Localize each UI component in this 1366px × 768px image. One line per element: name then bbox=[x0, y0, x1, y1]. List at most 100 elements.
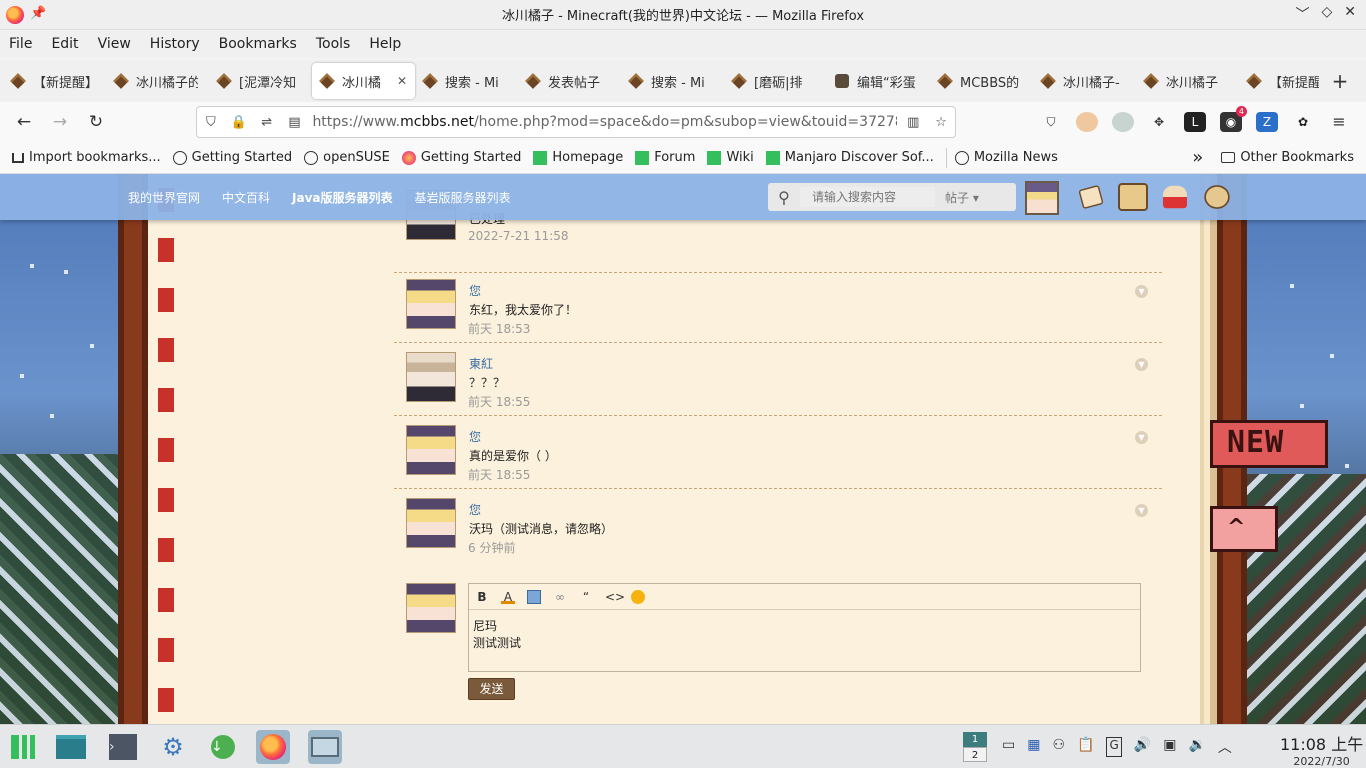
reader-view-icon[interactable]: ▥ bbox=[899, 115, 927, 130]
menu-bookmarks[interactable]: Bookmarks bbox=[219, 36, 297, 52]
menu-file[interactable]: File bbox=[9, 36, 32, 52]
site-nav-bedrock-servers[interactable]: 基岩版服务器列表 bbox=[415, 189, 511, 206]
user-bell-icon[interactable] bbox=[1163, 185, 1187, 209]
message-envelope-icon[interactable] bbox=[1078, 184, 1104, 210]
g-icon[interactable]: G bbox=[1106, 737, 1122, 757]
extension-paw-icon[interactable]: ✿ bbox=[1292, 112, 1314, 132]
bookmark-star-icon[interactable]: ☆ bbox=[927, 115, 955, 130]
lock-icon[interactable]: 🔒 bbox=[225, 115, 253, 130]
bookmark-item[interactable]: Forum bbox=[635, 150, 695, 165]
manjaro-menu-icon[interactable] bbox=[6, 730, 40, 764]
bookmark-item[interactable]: Mozilla News bbox=[954, 150, 1058, 165]
pin-icon[interactable]: 📌 bbox=[30, 6, 46, 21]
hamburger-menu-icon[interactable]: ≡ bbox=[1328, 112, 1350, 132]
search-type-select[interactable]: 帖子 ▾ bbox=[945, 189, 979, 206]
browser-tab[interactable]: 冰川橘子的 bbox=[106, 63, 209, 99]
bold-icon[interactable]: B bbox=[475, 590, 489, 604]
new-banner[interactable]: NEW bbox=[1210, 420, 1328, 468]
extension-avatar-icon[interactable] bbox=[1076, 112, 1098, 132]
reload-button[interactable]: ↻ bbox=[78, 112, 114, 132]
browser-tab[interactable]: 【新提醒】 bbox=[1239, 63, 1319, 99]
extension-mask-icon[interactable] bbox=[1112, 112, 1134, 132]
close-window-button[interactable]: ✕ bbox=[1344, 4, 1356, 24]
volume-icon[interactable]: 🔊 bbox=[1134, 737, 1151, 757]
network-icon[interactable]: ▣ bbox=[1163, 737, 1176, 757]
bookmarks-overflow-chevron-icon[interactable]: » bbox=[1192, 147, 1203, 168]
other-bookmarks-folder[interactable]: Other Bookmarks bbox=[1221, 150, 1354, 165]
extension-puzzle-icon[interactable]: ✥ bbox=[1148, 112, 1170, 132]
user-switch-icon[interactable]: ⚇ bbox=[1052, 737, 1065, 757]
extension-z-icon[interactable]: Z bbox=[1256, 112, 1278, 132]
browser-tab-active[interactable]: 冰川橘 ✕ bbox=[312, 63, 415, 99]
menu-tools[interactable]: Tools bbox=[316, 36, 351, 52]
message-menu-chevron-icon[interactable]: ▼ bbox=[1135, 358, 1148, 371]
message-menu-chevron-icon[interactable]: ▼ bbox=[1135, 431, 1148, 444]
browser-tab[interactable]: 冰川橘子 bbox=[1136, 63, 1239, 99]
desktop-2[interactable]: 2 bbox=[963, 747, 987, 762]
back-button[interactable]: ← bbox=[6, 112, 42, 132]
image-icon[interactable] bbox=[527, 589, 541, 604]
browser-tab[interactable]: 搜索 - Mi bbox=[415, 63, 518, 99]
url-bar[interactable]: ⛉ 🔒 ⇌ ▤ https://www.mcbbs.net/home.php?m… bbox=[196, 106, 956, 138]
new-tab-button[interactable]: + bbox=[1325, 69, 1355, 93]
extension-l-icon[interactable]: L bbox=[1184, 112, 1206, 132]
avatar[interactable] bbox=[406, 425, 456, 475]
send-button[interactable]: 发送 bbox=[468, 678, 515, 700]
bookmark-item[interactable]: Wiki bbox=[707, 150, 754, 165]
desktop-pager[interactable]: 1 2 bbox=[963, 732, 987, 762]
clipboard-icon[interactable]: 📋 bbox=[1077, 737, 1094, 757]
code-icon[interactable]: <> bbox=[605, 590, 625, 604]
quote-icon[interactable]: “ bbox=[579, 590, 593, 604]
extension-badge-icon[interactable]: ◉ 4 bbox=[1220, 106, 1247, 132]
menu-help[interactable]: Help bbox=[369, 36, 401, 52]
bookmark-item[interactable]: openSUSE bbox=[304, 150, 390, 165]
settings-icon[interactable]: ⚙ bbox=[156, 730, 190, 764]
site-nav-official[interactable]: 我的世界官网 bbox=[128, 189, 200, 206]
minimize-button[interactable]: ﹀ bbox=[1295, 4, 1309, 24]
message-author[interactable]: 您 bbox=[469, 501, 481, 518]
message-menu-chevron-icon[interactable]: ▼ bbox=[1135, 504, 1148, 517]
terminal-icon[interactable]: › bbox=[106, 730, 140, 764]
screenshot-app-icon[interactable] bbox=[308, 729, 342, 764]
palette-icon[interactable] bbox=[1204, 185, 1230, 209]
browser-tab[interactable]: [磨砺|排 bbox=[724, 63, 827, 99]
message-author[interactable]: 您 bbox=[469, 282, 481, 299]
back-to-top-banner[interactable]: ^ bbox=[1210, 506, 1278, 552]
avatar[interactable] bbox=[406, 279, 456, 329]
site-nav-java-servers[interactable]: Java版服务器列表 bbox=[292, 189, 392, 206]
show-desktop-icon[interactable]: ▭ bbox=[1002, 737, 1015, 757]
window-list-icon[interactable]: ▦ bbox=[1027, 737, 1040, 757]
browser-tab[interactable]: [泥潭冷知 bbox=[209, 63, 312, 99]
browser-tab[interactable]: 搜索 - Mi bbox=[621, 63, 724, 99]
user-avatar[interactable] bbox=[1025, 181, 1059, 215]
menu-view[interactable]: View bbox=[98, 36, 131, 52]
desktop-1[interactable]: 1 bbox=[963, 732, 987, 747]
firefox-taskbar-icon[interactable] bbox=[256, 729, 290, 764]
close-tab-icon[interactable]: ✕ bbox=[397, 74, 407, 88]
avatar[interactable] bbox=[406, 498, 456, 548]
font-color-icon[interactable]: A bbox=[501, 590, 515, 604]
audio-icon[interactable]: 🔉 bbox=[1188, 737, 1205, 757]
menu-history[interactable]: History bbox=[150, 36, 200, 52]
permissions-icon[interactable]: ⇌ bbox=[253, 115, 281, 130]
editor-content[interactable]: 尼玛 测试测试 bbox=[469, 610, 1140, 660]
pocket-icon[interactable]: ⛉ bbox=[1040, 112, 1062, 132]
url-text[interactable]: https://www.mcbbs.net/home.php?mod=space… bbox=[312, 114, 897, 130]
message-menu-chevron-icon[interactable]: ▼ bbox=[1135, 285, 1148, 298]
menu-edit[interactable]: Edit bbox=[51, 36, 78, 52]
search-input[interactable] bbox=[800, 187, 935, 207]
tray-expand-chevron-up-icon[interactable]: ︿ bbox=[1218, 737, 1232, 757]
maximize-button[interactable]: ◇ bbox=[1321, 4, 1332, 24]
bookmark-item[interactable]: Getting Started bbox=[172, 150, 292, 165]
reply-editor[interactable]: B A ∞ “ <> 尼玛 测试测试 bbox=[468, 583, 1141, 672]
bookmark-item[interactable]: Import bookmarks... bbox=[12, 150, 161, 165]
bookmark-item[interactable]: Homepage bbox=[533, 150, 623, 165]
avatar[interactable] bbox=[406, 352, 456, 402]
forward-button[interactable]: → bbox=[42, 112, 78, 132]
download-manager-icon[interactable]: ↓ bbox=[206, 730, 240, 764]
browser-tab[interactable]: 发表帖子 bbox=[518, 63, 621, 99]
bookmark-item[interactable]: Manjaro Discover Sof... bbox=[765, 150, 934, 165]
browser-tab[interactable]: MCBBS的 bbox=[930, 63, 1033, 99]
search-icon[interactable]: ⚲ bbox=[768, 188, 800, 207]
link-icon[interactable]: ∞ bbox=[553, 590, 567, 604]
